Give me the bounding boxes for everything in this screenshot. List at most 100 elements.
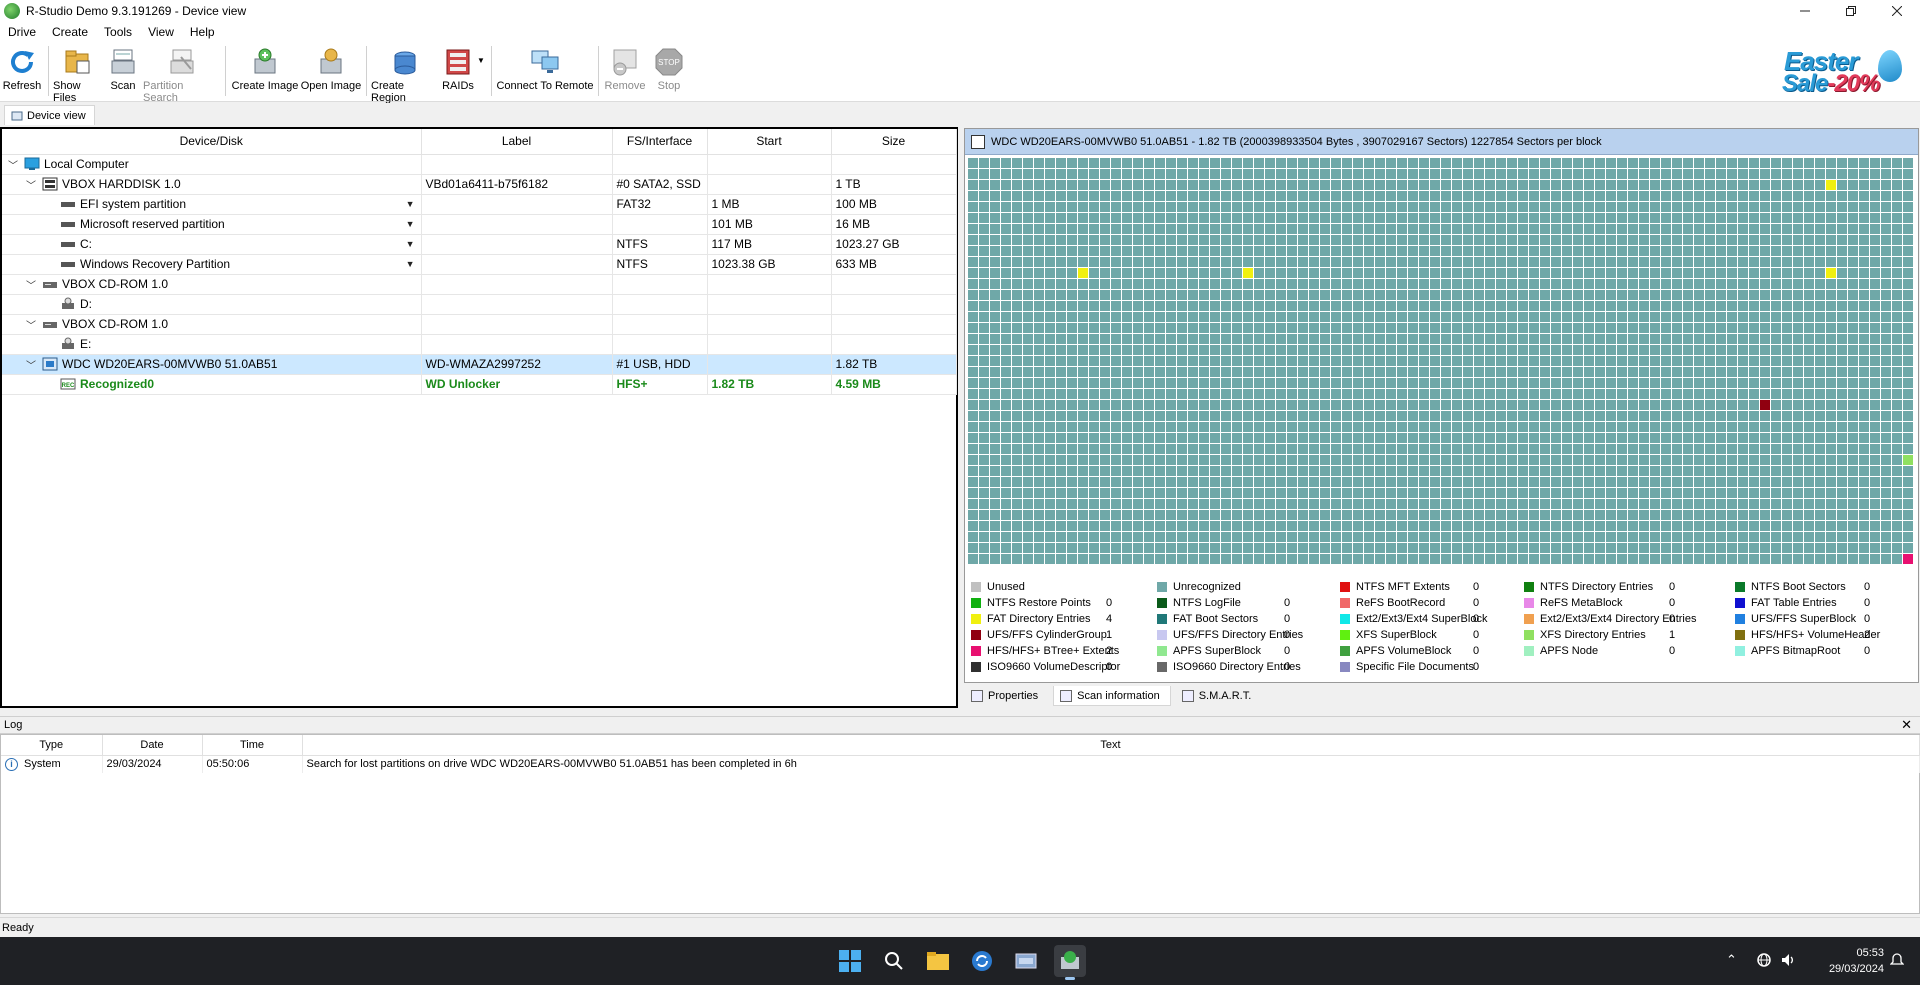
disk-block <box>1254 268 1264 278</box>
disk-block <box>1276 532 1286 542</box>
row-dropdown-arrow[interactable]: ▼ <box>406 259 415 269</box>
column-size[interactable]: Size <box>831 129 957 155</box>
log-column-type[interactable]: Type <box>1 735 103 756</box>
raids-dropdown-arrow[interactable]: ▼ <box>477 42 487 65</box>
restore-button[interactable] <box>1828 0 1874 22</box>
disk-block <box>990 400 1000 410</box>
notification-bell-icon[interactable] <box>1889 952 1905 971</box>
close-button[interactable] <box>1874 0 1920 22</box>
disk-block-map[interactable] <box>968 158 1915 567</box>
disk-block <box>1188 191 1198 201</box>
log-column-time[interactable]: Time <box>202 735 303 756</box>
disk-block <box>1254 180 1264 190</box>
disk-block <box>1892 521 1902 531</box>
tree-row-recognized[interactable]: REC Recognized0 WD Unlocker HFS+ 1.82 TB… <box>2 374 957 395</box>
collapse-chevron-icon[interactable]: ﹀ <box>24 177 38 192</box>
column-device-disk[interactable]: Device/Disk <box>2 129 422 155</box>
disk-block <box>1144 477 1154 487</box>
tab-properties[interactable]: Properties <box>964 686 1049 706</box>
disk-block <box>1606 312 1616 322</box>
tab-device-view[interactable]: Device view <box>4 105 95 125</box>
log-row[interactable]: i System 29/03/2024 05:50:06 Search for l… <box>1 755 1920 773</box>
menu-view[interactable]: View <box>140 25 182 39</box>
disk-block <box>1573 422 1583 432</box>
tree-row-selected[interactable]: ﹀ WDC WD20EARS-00MVWB0 51.0AB51 WD-WMAZA… <box>2 354 957 375</box>
disk-block <box>1199 510 1209 520</box>
disk-block <box>1221 235 1231 245</box>
taskbar-app-disk[interactable] <box>1010 945 1042 977</box>
create-region-button[interactable]: Create Region <box>371 42 439 104</box>
globe-icon[interactable] <box>1756 952 1772 971</box>
minimize-button[interactable] <box>1782 0 1828 22</box>
column-start[interactable]: Start <box>707 129 832 155</box>
tree-row[interactable]: Windows Recovery Partition ▼ NTFS 1023.3… <box>2 254 957 275</box>
menu-drive[interactable]: Drive <box>0 25 44 39</box>
row-dropdown-arrow[interactable]: ▼ <box>406 219 415 229</box>
disk-block <box>1683 323 1693 333</box>
disk-block <box>1287 257 1297 267</box>
search-button[interactable] <box>878 945 910 977</box>
column-label[interactable]: Label <box>421 129 613 155</box>
disk-block <box>1177 224 1187 234</box>
tree-row[interactable]: ﹀ VBOX CD-ROM 1.0 <box>2 314 957 335</box>
disk-block <box>1463 235 1473 245</box>
tree-row[interactable]: ﹀ VBOX HARDDISK 1.0 VBd01a6411-b75f6182 … <box>2 174 957 195</box>
disk-block <box>1166 499 1176 509</box>
disk-block <box>1573 246 1583 256</box>
tree-row[interactable]: EFI system partition ▼ FAT32 1 MB 100 MB <box>2 194 957 215</box>
disk-block <box>1551 510 1561 520</box>
show-files-button[interactable]: Show Files <box>53 42 103 104</box>
open-image-button[interactable]: Open Image <box>300 42 362 100</box>
taskbar-app-sync[interactable] <box>966 945 998 977</box>
disk-block <box>1144 488 1154 498</box>
menu-create[interactable]: Create <box>44 25 96 39</box>
row-dropdown-arrow[interactable]: ▼ <box>406 239 415 249</box>
file-explorer-button[interactable] <box>922 945 954 977</box>
easter-sale-banner[interactable]: Easter Sale-20% <box>1778 44 1908 98</box>
column-fs-interface[interactable]: FS/Interface <box>612 129 708 155</box>
disk-block <box>1386 477 1396 487</box>
menu-tools[interactable]: Tools <box>96 25 140 39</box>
collapse-chevron-icon[interactable]: ﹀ <box>24 357 38 372</box>
disk-block <box>1012 488 1022 498</box>
disk-block <box>1771 378 1781 388</box>
scan-button[interactable]: Scan <box>103 42 143 100</box>
tree-row[interactable]: E: <box>2 334 957 355</box>
remove-button[interactable]: Remove <box>603 42 647 100</box>
disk-block <box>1716 312 1726 322</box>
disk-block <box>1067 411 1077 421</box>
refresh-button[interactable]: Refresh <box>0 42 44 100</box>
tree-row[interactable]: Microsoft reserved partition ▼ 101 MB 16… <box>2 214 957 235</box>
volume-icon[interactable] <box>1780 952 1796 971</box>
tree-row[interactable]: ﹀ Local Computer <box>2 154 957 175</box>
log-column-text[interactable]: Text <box>302 735 1920 756</box>
tab-smart[interactable]: S.M.A.R.T. <box>1175 686 1263 706</box>
collapse-chevron-icon[interactable]: ﹀ <box>24 317 38 332</box>
tree-row[interactable]: ﹀ VBOX CD-ROM 1.0 <box>2 274 957 295</box>
tree-row[interactable]: D: <box>2 294 957 315</box>
taskbar-app-rstudio[interactable] <box>1054 945 1086 980</box>
partition-search-button[interactable]: Partition Search <box>143 42 221 104</box>
disk-block <box>1826 345 1836 355</box>
log-close-icon[interactable]: ✕ <box>1901 717 1912 733</box>
disk-block <box>1650 301 1660 311</box>
stop-button[interactable]: STOP Stop <box>647 42 691 100</box>
collapse-chevron-icon[interactable]: ﹀ <box>6 157 20 172</box>
taskbar-clock[interactable]: 05:53 29/03/2024 <box>1829 945 1884 977</box>
disk-block <box>1364 301 1374 311</box>
disk-block <box>1155 246 1165 256</box>
tab-scan-information[interactable]: Scan information <box>1053 686 1171 706</box>
menu-help[interactable]: Help <box>182 25 223 39</box>
raids-button[interactable]: RAIDs <box>439 42 477 100</box>
log-column-date[interactable]: Date <box>102 735 203 756</box>
disk-block <box>1518 477 1528 487</box>
chevron-up-icon[interactable]: ⌃ <box>1726 952 1737 968</box>
disk-block <box>1826 169 1836 179</box>
row-dropdown-arrow[interactable]: ▼ <box>406 199 415 209</box>
disk-block <box>1001 334 1011 344</box>
create-image-button[interactable]: Create Image <box>230 42 300 100</box>
start-button[interactable] <box>834 945 866 977</box>
collapse-chevron-icon[interactable]: ﹀ <box>24 277 38 292</box>
tree-row[interactable]: C: ▼ NTFS 117 MB 1023.27 GB <box>2 234 957 255</box>
connect-to-remote-button[interactable]: Connect To Remote <box>496 42 594 100</box>
